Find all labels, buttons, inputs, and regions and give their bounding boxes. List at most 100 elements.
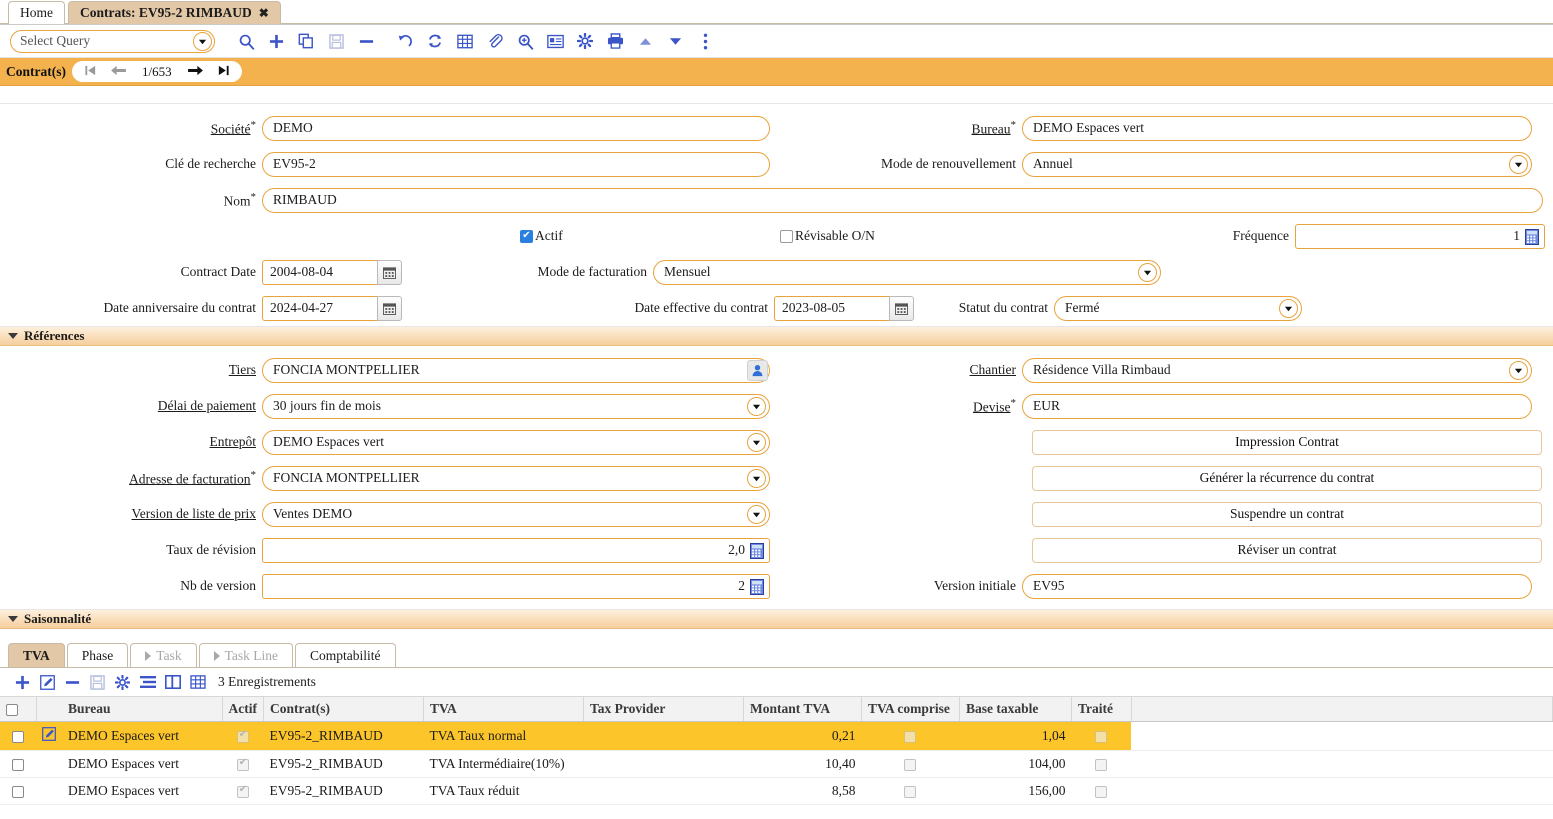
column-contrats[interactable]: Contrat(s) [263, 696, 424, 722]
table-row[interactable]: DEMO Espaces vert EV95-2_RIMBAUD TVA Tau… [0, 777, 1553, 805]
edit-icon[interactable] [35, 670, 60, 694]
person-icon[interactable] [747, 359, 768, 381]
row-select-cell[interactable] [0, 777, 36, 805]
chevron-down-icon[interactable] [8, 616, 18, 622]
row-select-cell[interactable] [0, 750, 36, 778]
bureau-input[interactable]: DEMO Espaces vert [1022, 115, 1532, 141]
first-record-icon[interactable] [76, 64, 104, 80]
version-liste-prix-select[interactable]: Ventes DEMO [262, 501, 770, 527]
chevron-down-icon[interactable] [1509, 154, 1528, 174]
tab-contrats[interactable]: Contrats: EV95-2 RIMBAUD ✖ [68, 1, 281, 24]
checkbox-icon[interactable] [12, 785, 24, 798]
arrow-down-icon[interactable] [660, 28, 690, 54]
calculator-icon[interactable] [750, 542, 764, 563]
chevron-down-icon[interactable] [1509, 360, 1528, 380]
chevron-down-icon[interactable] [747, 396, 766, 416]
list-view-icon[interactable] [135, 670, 160, 694]
mode-facturation-select[interactable]: Mensuel [653, 259, 1161, 285]
chevron-down-icon[interactable] [747, 504, 766, 524]
actif-checkbox[interactable]: Actif [520, 228, 780, 244]
calculator-icon[interactable] [1525, 228, 1539, 249]
last-record-icon[interactable] [210, 64, 238, 80]
column-tva[interactable]: TVA [423, 696, 584, 722]
row-edit-cell[interactable] [36, 721, 62, 751]
remove-icon[interactable] [351, 28, 381, 54]
zoom-in-icon[interactable] [510, 28, 540, 54]
societe-input[interactable]: DEMO [262, 115, 770, 141]
devise-input[interactable]: EUR [1022, 393, 1532, 419]
impression-contrat-button[interactable]: Impression Contrat [1032, 429, 1542, 455]
column-montant-tva[interactable]: Montant TVA [743, 696, 862, 722]
delai-paiement-select[interactable]: 30 jours fin de mois [262, 393, 770, 419]
record-card-icon[interactable] [540, 28, 570, 54]
remove-icon[interactable] [60, 670, 85, 694]
chevron-down-icon[interactable] [747, 432, 766, 452]
column-base-taxable[interactable]: Base taxable [959, 696, 1072, 722]
chevron-down-icon[interactable] [8, 333, 18, 339]
suspendre-contrat-button[interactable]: Suspendre un contrat [1032, 501, 1542, 527]
grid-icon[interactable] [450, 28, 480, 54]
statut-contrat-select[interactable]: Fermé [1054, 295, 1302, 321]
refresh-icon[interactable] [420, 28, 450, 54]
nom-input[interactable]: RIMBAUD [262, 187, 1543, 213]
row-select-cell[interactable] [0, 721, 36, 751]
gear-icon[interactable] [570, 28, 600, 54]
query-select[interactable]: Select Query [10, 29, 215, 53]
tab-tva[interactable]: TVA [8, 643, 65, 667]
chevron-down-icon[interactable] [1138, 262, 1157, 282]
gear-icon[interactable] [110, 670, 135, 694]
checkbox-icon[interactable] [12, 758, 24, 771]
date-anniversaire-field[interactable]: 2024-04-27 [262, 295, 402, 321]
tab-phase[interactable]: Phase [66, 643, 129, 667]
search-icon[interactable] [231, 28, 261, 54]
table-row[interactable]: DEMO Espaces vert EV95-2_RIMBAUD TVA Tau… [0, 721, 1553, 751]
checkbox-icon[interactable] [12, 730, 24, 743]
calculator-icon[interactable] [750, 578, 764, 599]
reviser-contrat-button[interactable]: Réviser un contrat [1032, 537, 1542, 563]
tab-comptabilite[interactable]: Comptabilité [295, 643, 396, 667]
column-bureau[interactable]: Bureau [62, 696, 223, 722]
date-effective-field[interactable]: 2023-08-05 [774, 295, 914, 321]
calendar-icon[interactable] [377, 259, 402, 285]
section-header-saisonnalite[interactable]: Saisonnalité [0, 609, 1553, 629]
split-view-icon[interactable] [160, 670, 185, 694]
tab-home[interactable]: Home [8, 1, 65, 24]
column-traite[interactable]: Traité [1071, 696, 1132, 722]
add-icon[interactable] [10, 670, 35, 694]
contract-date-field[interactable]: 2004-08-04 [262, 259, 402, 285]
section-header-references[interactable]: Références [0, 326, 1553, 346]
undo-icon[interactable] [390, 28, 420, 54]
calendar-icon[interactable] [889, 295, 914, 321]
checkbox-icon[interactable] [6, 703, 18, 716]
generer-recurrence-button[interactable]: Générer la récurrence du contrat [1032, 465, 1542, 491]
adresse-facturation-select[interactable]: FONCIA MONTPELLIER [262, 465, 770, 491]
attachment-icon[interactable] [480, 28, 510, 54]
nb-version-input[interactable]: 2 [262, 573, 770, 599]
copy-icon[interactable] [291, 28, 321, 54]
checkbox-icon[interactable] [780, 229, 793, 243]
table-row[interactable]: DEMO Espaces vert EV95-2_RIMBAUD TVA Int… [0, 750, 1553, 778]
mode-renouvellement-select[interactable]: Annuel [1022, 151, 1532, 177]
column-tax-provider[interactable]: Tax Provider [583, 696, 744, 722]
column-tva-comprise[interactable]: TVA comprise [861, 696, 960, 722]
chevron-down-icon[interactable] [1279, 298, 1298, 318]
revisable-checkbox[interactable]: Révisable O/N [780, 228, 1220, 244]
entrepot-select[interactable]: DEMO Espaces vert [262, 429, 770, 455]
column-actif[interactable]: Actif [222, 696, 264, 722]
next-record-icon[interactable] [182, 64, 210, 80]
print-icon[interactable] [600, 28, 630, 54]
calendar-icon[interactable] [377, 295, 402, 321]
close-icon[interactable]: ✖ [259, 7, 269, 19]
cle-recherche-input[interactable]: EV95-2 [262, 151, 770, 177]
more-vertical-icon[interactable] [690, 28, 720, 54]
add-icon[interactable] [261, 28, 291, 54]
select-all-header[interactable] [0, 696, 37, 722]
chevron-down-icon[interactable] [193, 31, 212, 51]
frequence-input[interactable]: 1 [1295, 223, 1545, 249]
chevron-down-icon[interactable] [747, 468, 766, 488]
checkbox-icon[interactable] [520, 229, 533, 243]
arrow-up-icon[interactable] [630, 28, 660, 54]
chantier-select[interactable]: Résidence Villa Rimbaud [1022, 357, 1532, 383]
taux-revision-input[interactable]: 2,0 [262, 537, 770, 563]
prev-record-icon[interactable] [104, 64, 132, 80]
